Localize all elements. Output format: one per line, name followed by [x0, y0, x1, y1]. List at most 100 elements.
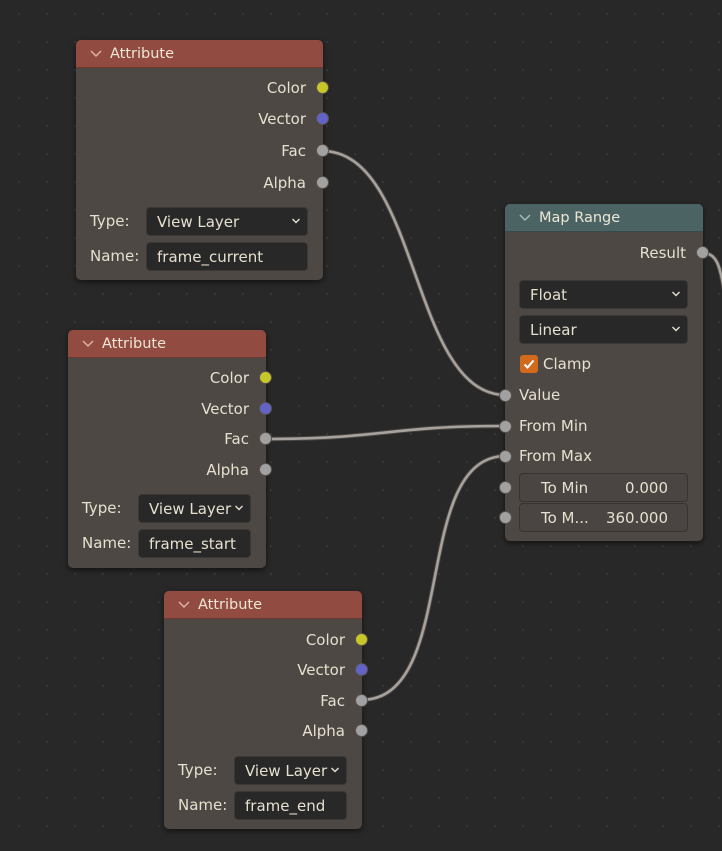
socket-label: From Min — [519, 417, 588, 435]
name-value: frame_start — [149, 534, 236, 553]
output-fac: Fac — [224, 429, 249, 449]
attribute-node-frame-end[interactable]: Attribute Color Vector Fac Alpha Type: V… — [164, 591, 368, 829]
name-field[interactable]: frame_start — [138, 529, 251, 558]
name-field[interactable]: frame_end — [234, 791, 347, 820]
interpolation-dropdown[interactable]: Linear — [519, 315, 688, 344]
alpha-socket-icon[interactable] — [355, 724, 368, 737]
output-alpha: Alpha — [302, 721, 345, 741]
data-type-dropdown[interactable]: Float — [519, 280, 688, 309]
to-min-socket-icon[interactable] — [499, 481, 512, 494]
to-min-value: 0.000 — [625, 478, 668, 497]
type-dropdown[interactable]: View Layer — [146, 207, 308, 236]
alpha-socket-icon[interactable] — [259, 463, 272, 476]
vector-socket-icon[interactable] — [316, 112, 329, 125]
collapse-chevron-icon[interactable] — [84, 40, 108, 67]
to-max-label: To M... — [541, 508, 589, 527]
name-field[interactable]: frame_current — [146, 242, 308, 271]
from-min-socket-icon[interactable] — [499, 420, 512, 433]
socket-label: Vector — [201, 400, 249, 418]
socket-label: Result — [639, 244, 686, 262]
output-color: Color — [267, 78, 306, 98]
fac-socket-icon[interactable] — [259, 432, 272, 445]
to-max-socket-icon[interactable] — [499, 511, 512, 524]
name-value: frame_end — [245, 796, 326, 815]
node-header[interactable]: Attribute — [164, 591, 362, 619]
color-socket-icon[interactable] — [355, 633, 368, 646]
output-alpha: Alpha — [206, 460, 249, 480]
link-frame-end-to-from-max-core — [360, 454, 507, 702]
value-socket-icon[interactable] — [499, 389, 512, 402]
color-socket-icon[interactable] — [316, 81, 329, 94]
checkmark-icon — [523, 359, 535, 369]
node-title: Map Range — [539, 209, 621, 226]
type-label: Type: — [178, 761, 218, 779]
node-title: Attribute — [198, 596, 263, 613]
input-from-min: From Min — [519, 416, 588, 436]
fac-socket-icon[interactable] — [355, 694, 368, 707]
type-label: Type: — [82, 499, 122, 517]
socket-label: Value — [519, 386, 561, 404]
socket-label: Color — [305, 631, 345, 649]
type-value: View Layer — [245, 761, 328, 780]
type-dropdown[interactable]: View Layer — [234, 756, 347, 785]
color-socket-icon[interactable] — [259, 371, 272, 384]
vector-socket-icon[interactable] — [355, 663, 368, 676]
map-range-node[interactable]: Map Range Result Float Linear Clamp Valu… — [499, 204, 709, 541]
collapse-chevron-icon[interactable] — [513, 204, 537, 231]
output-vector: Vector — [201, 399, 249, 419]
output-vector: Vector — [258, 109, 306, 129]
collapse-chevron-icon[interactable] — [76, 330, 100, 357]
chevron-down-icon — [292, 218, 300, 224]
data-type-value: Float — [530, 285, 568, 304]
link-frame-end-to-from-max[interactable] — [360, 453, 507, 703]
from-max-socket-icon[interactable] — [499, 450, 512, 463]
socket-label: Vector — [258, 110, 306, 128]
node-header[interactable]: Attribute — [68, 330, 266, 358]
output-fac: Fac — [281, 141, 306, 161]
socket-label: Fac — [224, 430, 249, 448]
chevron-down-icon — [672, 326, 680, 332]
to-max-field[interactable]: To M... 360.000 — [519, 503, 688, 532]
socket-label: Alpha — [302, 722, 345, 740]
input-value: Value — [519, 385, 560, 405]
to-min-label: To Min — [541, 478, 589, 497]
name-value: frame_current — [157, 247, 264, 266]
socket-label: Vector — [297, 661, 345, 679]
link-frame-start-to-from-min[interactable] — [264, 423, 507, 442]
output-alpha: Alpha — [263, 173, 306, 193]
chevron-down-icon — [235, 505, 243, 511]
collapse-chevron-icon[interactable] — [172, 591, 196, 618]
socket-label: Alpha — [206, 461, 249, 479]
name-label: Name: — [178, 796, 228, 814]
clamp-checkbox[interactable] — [520, 355, 538, 373]
result-socket-icon[interactable] — [696, 246, 709, 259]
name-label: Name: — [90, 247, 140, 265]
link-result-offscreen-core — [702, 251, 722, 287]
node-header[interactable]: Attribute — [76, 40, 323, 68]
attribute-node-frame-start[interactable]: Attribute Color Vector Fac Alpha Type: V… — [68, 330, 272, 568]
vector-socket-icon[interactable] — [259, 402, 272, 415]
socket-label: Alpha — [263, 174, 306, 192]
type-value: View Layer — [157, 212, 240, 231]
type-value: View Layer — [149, 499, 232, 518]
output-color: Color — [306, 630, 345, 650]
socket-label: Color — [209, 369, 249, 387]
output-fac: Fac — [320, 691, 345, 711]
fac-socket-icon[interactable] — [316, 144, 329, 157]
attribute-node-frame-current[interactable]: Attribute Color Vector Fac Alpha Type: V… — [76, 40, 329, 280]
link-frame-current-to-value[interactable] — [321, 148, 507, 398]
node-header[interactable]: Map Range — [505, 204, 703, 232]
clamp-label: Clamp — [543, 355, 591, 373]
node-title: Attribute — [102, 335, 167, 352]
chevron-down-icon — [672, 291, 680, 297]
to-min-field[interactable]: To Min 0.000 — [519, 473, 688, 502]
chevron-down-icon — [331, 767, 339, 773]
type-dropdown[interactable]: View Layer — [138, 494, 251, 523]
output-vector: Vector — [297, 660, 345, 680]
to-max-value: 360.000 — [605, 508, 668, 527]
input-from-max: From Max — [519, 446, 592, 466]
output-result: Result — [640, 243, 686, 263]
link-result-offscreen[interactable] — [702, 250, 722, 291]
alpha-socket-icon[interactable] — [316, 176, 329, 189]
interpolation-value: Linear — [530, 320, 577, 339]
